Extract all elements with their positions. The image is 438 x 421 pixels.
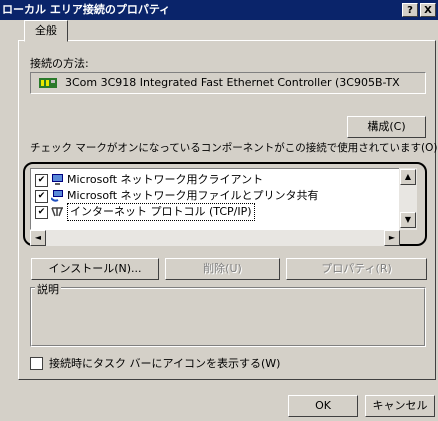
properties-button[interactable]: プロパティ(R) xyxy=(286,258,427,280)
scroll-left-arrow-icon[interactable]: ◄ xyxy=(30,230,46,246)
close-button[interactable]: X xyxy=(420,3,436,17)
network-client-icon xyxy=(51,174,64,186)
components-list[interactable]: ✔ Microsoft ネットワーク用クライアント ✔ Microsoft ネッ… xyxy=(30,168,400,230)
tcpip-checkbox[interactable]: ✔ xyxy=(35,205,48,219)
list-item-tcpip[interactable]: ✔ インターネット プロトコル (TCP/IP) xyxy=(35,203,255,221)
uninstall-button[interactable]: 削除(U) xyxy=(165,258,280,280)
show-icon-label: 接続時にタスク バーにアイコンを表示する(W) xyxy=(49,357,281,370)
ok-button[interactable]: OK xyxy=(288,395,358,417)
cancel-button[interactable]: キャンセル xyxy=(365,395,435,417)
list-item-client[interactable]: ✔ Microsoft ネットワーク用クライアント xyxy=(35,172,263,188)
help-button[interactable]: ? xyxy=(402,3,418,17)
sharing-checkbox[interactable]: ✔ xyxy=(35,189,48,203)
scroll-up-arrow-icon[interactable]: ▲ xyxy=(400,169,416,185)
file-printer-sharing-icon xyxy=(50,190,64,202)
connect-using-label: 接続の方法: xyxy=(30,57,89,70)
show-icon-checkbox[interactable] xyxy=(30,356,43,370)
horizontal-scrollbar[interactable]: ◄ ► xyxy=(30,230,400,246)
tcpip-label: インターネット プロトコル (TCP/IP) xyxy=(67,203,255,221)
tab-general[interactable]: 全般 xyxy=(24,20,68,42)
window-title: ローカル エリア接続のプロパティ xyxy=(2,3,171,16)
list-item-sharing[interactable]: ✔ Microsoft ネットワーク用ファイルとプリンタ共有 xyxy=(35,188,319,204)
description-group: 説明 xyxy=(30,281,426,347)
configure-button[interactable]: 構成(C) xyxy=(347,116,426,138)
install-button[interactable]: インストール(N)... xyxy=(31,258,159,280)
components-label: チェック マークがオンになっているコンポーネントがこの接続で使用されています(O… xyxy=(30,142,438,154)
show-icon-option[interactable]: 接続時にタスク バーにアイコンを表示する(W) xyxy=(30,355,280,371)
sharing-label: Microsoft ネットワーク用ファイルとプリンタ共有 xyxy=(67,189,319,202)
network-adapter-icon xyxy=(39,77,57,92)
vertical-scrollbar[interactable]: ▲ ▼ xyxy=(399,168,417,230)
scroll-down-arrow-icon[interactable]: ▼ xyxy=(400,212,416,228)
description-label: 説明 xyxy=(35,281,61,297)
protocol-icon xyxy=(51,206,64,218)
adapter-name: 3Com 3C918 Integrated Fast Ethernet Cont… xyxy=(65,76,400,89)
client-checkbox[interactable]: ✔ xyxy=(35,173,48,187)
client-label: Microsoft ネットワーク用クライアント xyxy=(67,173,264,186)
adapter-box: 3Com 3C918 Integrated Fast Ethernet Cont… xyxy=(30,72,426,94)
scroll-right-arrow-icon[interactable]: ► xyxy=(384,230,400,246)
title-bar[interactable]: ローカル エリア接続のプロパティ xyxy=(0,0,438,20)
